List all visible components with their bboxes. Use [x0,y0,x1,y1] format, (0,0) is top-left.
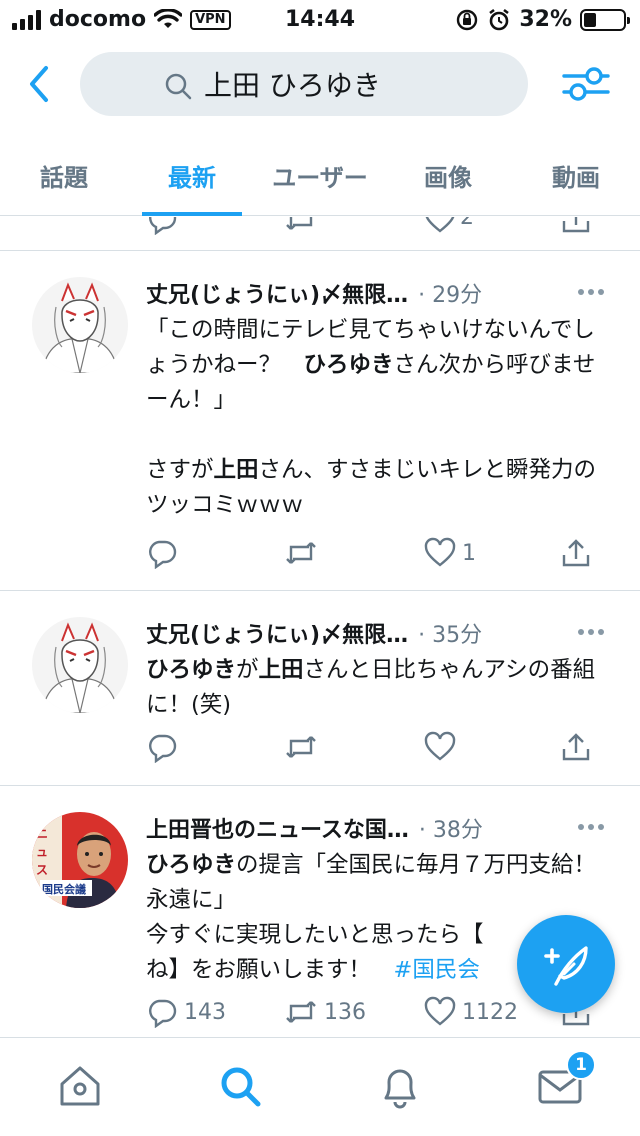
like-button[interactable]: 1122 [424,996,518,1028]
svg-text:ス: ス [36,863,48,877]
author-name[interactable]: 上田晋也のニュースな国… [146,812,409,844]
reply-button[interactable] [146,537,178,569]
tab-users[interactable]: ユーザー [256,138,384,215]
bottom-navigation: 1 [0,1037,640,1136]
tweet-actions: 143 136 1122 [146,996,594,1036]
share-icon [562,539,590,567]
more-options-icon[interactable] [578,289,604,295]
svg-text:ュ: ュ [36,845,48,859]
reply-icon [149,540,177,569]
tab-latest[interactable]: 最新 [128,138,256,216]
reply-count: 143 [184,999,226,1025]
retweet-icon [286,1001,316,1023]
messages-tab[interactable]: 1 [536,1050,596,1110]
chevron-left-icon[interactable] [22,64,58,104]
reply-button[interactable]: 143 [146,996,226,1028]
reply-icon [149,734,177,763]
retweet-button[interactable] [284,731,318,763]
like-icon [424,731,456,761]
share-button[interactable] [560,731,592,763]
tweet-actions [146,731,594,771]
like-button[interactable] [424,731,456,763]
more-options-icon[interactable] [578,629,604,635]
notification-badge: 1 [566,1050,596,1080]
compose-feather-icon [544,946,588,986]
tweet-text: ひろゆきが上田さんと日比ちゃんアシの番組に！(笑) [146,657,596,718]
battery-percent: 32% [519,7,572,32]
retweet-button[interactable] [284,537,318,569]
like-icon [424,996,456,1026]
share-icon[interactable] [560,217,592,235]
battery-icon [580,8,630,31]
author-name[interactable]: 丈兄(じょうにぃ)〆無限… [146,617,408,649]
status-bar: docomo VPN 14:44 32% [0,0,640,40]
tweet-time: · 38分 [418,818,483,843]
avatar[interactable] [32,617,128,713]
more-options-icon[interactable] [578,824,604,830]
rotation-lock-icon [457,9,478,30]
retweet-count: 136 [324,999,366,1025]
tweet[interactable]: 丈兄(じょうにぃ)〆無限… · 29分 「この時間にテレビ見てちゃいけないんでし… [0,251,640,591]
tab-photos[interactable]: 画像 [384,138,512,215]
like-icon [424,537,456,567]
share-button[interactable] [560,537,592,569]
tab-videos[interactable]: 動画 [512,138,640,215]
reply-icon [149,999,177,1028]
tweet-feed[interactable]: 2 丈兄(じょうにぃ)〆無限… · 29分 「この時間にテレビ見てちゃいけないん… [0,217,640,1037]
reply-button[interactable] [146,731,178,763]
svg-text:国民会議: 国民会議 [42,882,86,896]
bell-icon[interactable] [376,1062,424,1110]
like-count: 1 [462,540,476,566]
tweet-time: · 29分 [418,283,483,308]
sliders-icon[interactable] [562,64,610,104]
compose-tweet-button[interactable] [517,915,615,1013]
like-button[interactable]: 1 [424,537,476,569]
tab-top[interactable]: 話題 [0,138,128,215]
tweet-time: · 35分 [418,623,483,648]
search-icon [165,73,192,100]
tweet-text: 「この時間にテレビ見てちゃいけないんでしょうかねー？ ひろゆきさん次から呼びませ… [146,317,597,518]
author-name[interactable]: 丈兄(じょうにぃ)〆無限… [146,277,408,309]
hashtag-link[interactable]: #国民会 [394,957,480,983]
retweet-icon[interactable] [284,217,318,235]
retweet-icon [286,736,316,758]
partial-tweet-actions: 2 [0,217,640,251]
retweet-icon [286,542,316,564]
reply-icon[interactable] [146,217,178,235]
search-query: 上田 ひろゆき [204,69,381,102]
svg-text:ニ: ニ [36,827,48,841]
search-tabs: 話題 最新 ユーザー 画像 動画 [0,138,640,216]
avatar[interactable] [32,277,128,373]
tweet[interactable]: 丈兄(じょうにぃ)〆無限… · 35分 ひろゆきが上田さんと日比ちゃんアシの番組… [0,591,640,786]
like-count: 1122 [462,999,518,1025]
home-icon[interactable] [56,1062,104,1110]
retweet-button[interactable]: 136 [284,996,366,1028]
alarm-icon [489,8,510,30]
tweet-actions: 1 [146,537,594,577]
like-count: 2 [460,217,474,230]
share-icon [562,733,590,761]
search-header: 上田 ひろゆき [0,50,640,118]
search-bar[interactable]: 上田 ひろゆき [80,52,528,116]
search-icon[interactable] [216,1062,264,1110]
like-icon[interactable] [424,217,456,235]
avatar[interactable]: ニ ュ ス 国民会議 [32,812,128,908]
